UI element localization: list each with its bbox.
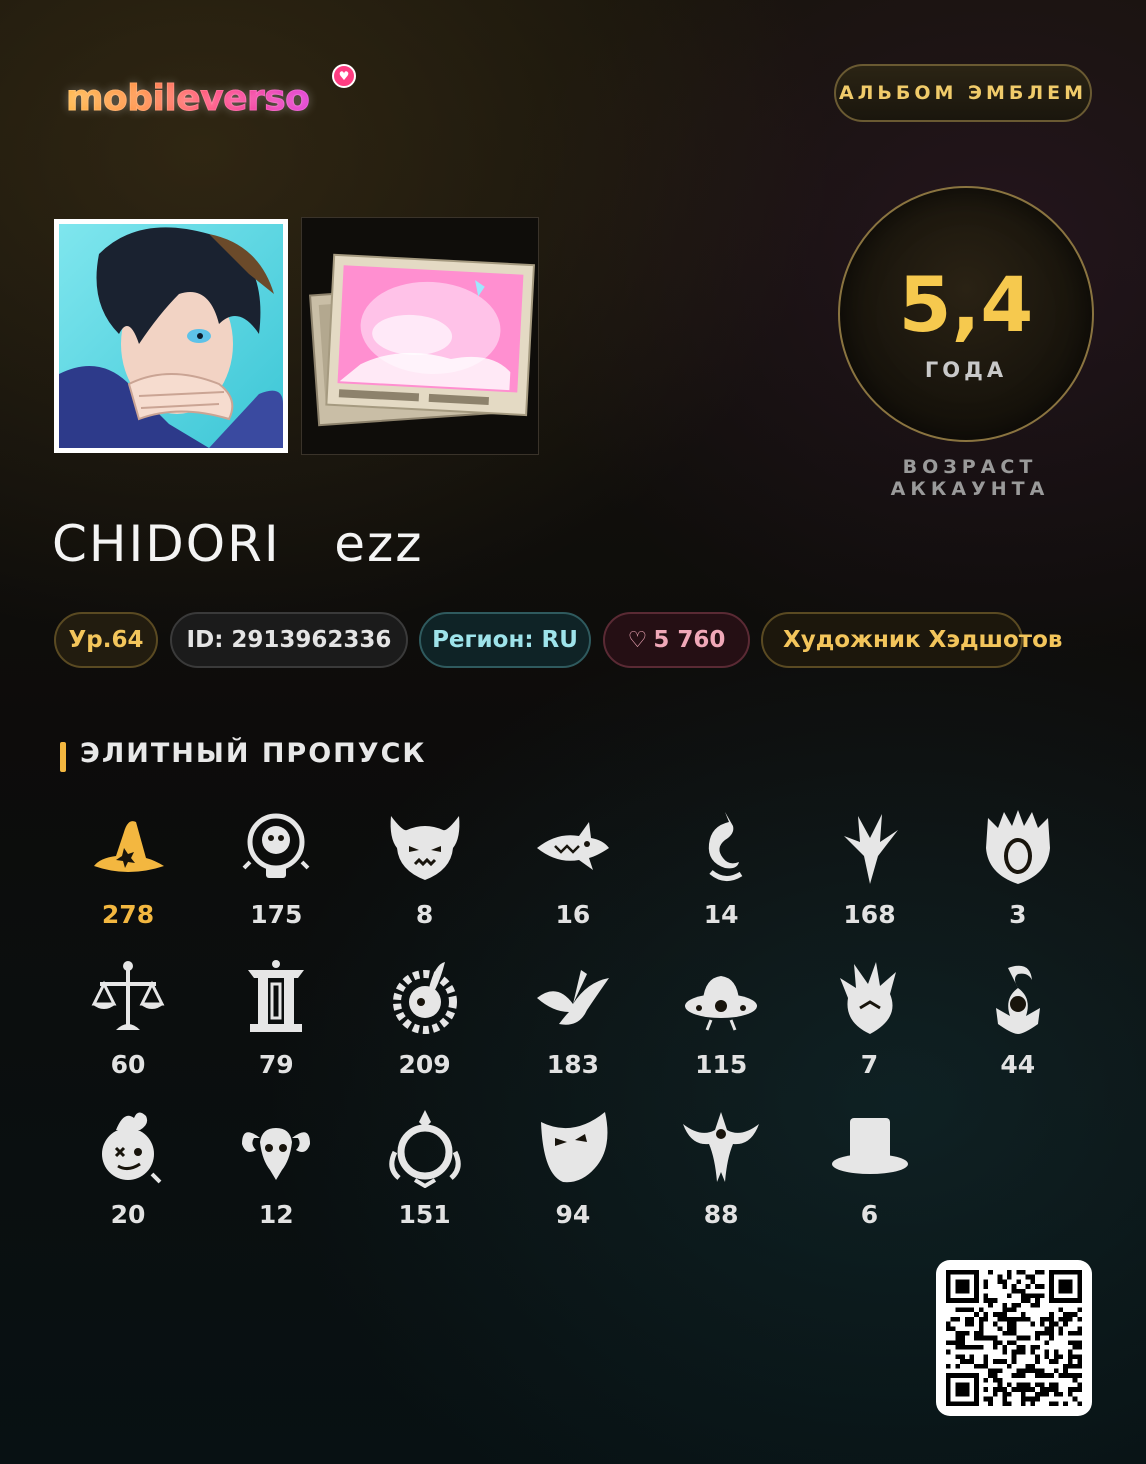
dragon-coil-icon [708,812,743,881]
player-avatar [54,219,288,453]
region-badge: Регион: RU [419,612,591,668]
emblem-count: 7 [860,1050,879,1079]
jester-face-icon [102,1112,162,1184]
emblem-count: 44 [1000,1050,1036,1079]
emblem-item[interactable]: 183 [513,958,633,1098]
flame-spikes-icon [839,962,896,1034]
section-accent-bar [60,742,66,772]
emblem-item[interactable]: 20 [68,1108,188,1248]
scales-icon [91,961,165,1030]
emblem-count: 79 [258,1050,294,1079]
emblem-count: 209 [398,1050,451,1079]
emblem-count: 278 [101,900,155,929]
emblem-count: 88 [703,1200,739,1229]
emblem-item[interactable]: 175 [216,808,336,948]
emblem-count: 60 [110,1050,146,1079]
ornate-mirror-icon [388,1110,461,1188]
emblem-count: 183 [546,1050,599,1079]
ornate-queen-icon [985,810,1050,884]
player-name: CHIDORI ezz [52,515,424,573]
emblem-item[interactable]: 278 [68,808,188,948]
emblem-count: 12 [258,1200,294,1229]
emblem-count: 6 [860,1200,879,1229]
profile-card-image [301,217,539,455]
qr-code [936,1260,1092,1416]
emblem-item[interactable]: 14 [661,808,781,948]
lantern-gate-icon [248,960,305,1032]
emblem-count: 8 [415,900,434,929]
rabbit-gear-icon [392,962,457,1034]
emblem-item[interactable]: 115 [661,958,781,1098]
emblem-item[interactable]: 8 [365,808,485,948]
emblem-count: 115 [695,1050,748,1079]
emblem-count: 151 [398,1200,451,1229]
emblem-count: 94 [555,1200,591,1229]
demon-mask-icon [390,816,459,880]
level-badge: Ур.64 [54,612,158,668]
emblem-item[interactable]: 6 [810,1108,930,1248]
emblem-item[interactable]: 79 [216,958,336,1098]
account-age-unit: ГОДА [924,358,1008,382]
shark-icon [536,822,609,870]
witch-hat-icon [94,821,164,872]
likes-badge: ♡ 5 760 [603,612,750,668]
emblem-album-button[interactable]: АЛЬБОМ ЭМБЛЕМ [834,64,1092,122]
emblem-item[interactable]: 94 [513,1108,633,1248]
emblem-item[interactable]: 16 [513,808,633,948]
heart-outline-icon: ♡ [627,628,648,653]
bat-wings-icon [683,1112,760,1182]
emblem-count: 14 [703,900,739,929]
likes-count: 5 760 [653,627,726,653]
account-age-value: 5,4 [898,260,1034,349]
section-title: ЭЛИТНЫЙ ПРОПУСК [80,738,427,769]
emblem-item[interactable]: 60 [68,958,188,1098]
logo-text: mobileverso [65,78,310,120]
player-id-badge: ID: 2913962336 [170,612,408,668]
ram-skull-icon [242,1128,311,1180]
ufo-icon [685,976,758,1031]
emblem-item[interactable]: 7 [810,958,930,1098]
crane-icon [536,970,609,1025]
skull-lightbulb-icon [242,813,310,878]
emblem-count: 168 [843,900,896,929]
emblem-item[interactable]: 12 [216,1108,336,1248]
emblem-count: 20 [110,1200,146,1229]
blade-crest-icon [843,814,898,884]
logo-heart-icon: ♥ [332,64,356,88]
emblem-item[interactable]: 88 [661,1108,781,1248]
account-age-caption: ВОЗРАСТ АККАУНТА [890,456,1050,500]
scorpion-icon [995,965,1040,1034]
emblem-count: 3 [1009,900,1027,929]
player-title-badge: Художник Хэдшотов [761,612,1062,668]
top-hat-icon [831,1118,908,1174]
account-age-badge: 5,4 ГОДА [838,186,1094,442]
emblem-count: 16 [555,900,591,929]
emblem-item[interactable]: 168 [810,808,930,948]
emblem-item[interactable]: 44 [958,958,1078,1098]
emblem-count: 175 [250,900,303,929]
theater-mask-icon [540,1112,608,1183]
emblem-item[interactable]: 151 [365,1108,485,1248]
emblem-item[interactable]: 209 [365,958,485,1098]
emblem-item[interactable]: 3 [958,808,1078,948]
